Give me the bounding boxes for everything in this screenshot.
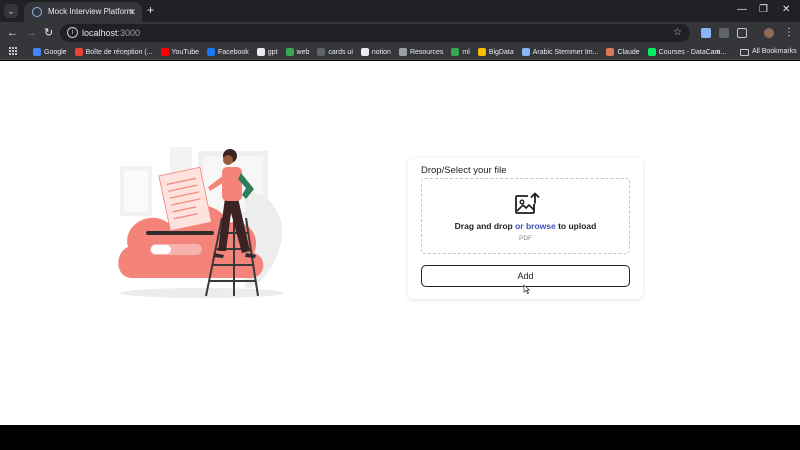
active-tab[interactable]: Mock Interview Platform ✕ [24,2,142,22]
bookmark-label: YouTube [171,48,200,56]
bookmark-label: notion [371,48,391,56]
profile-avatar[interactable] [764,28,774,38]
extension-icon[interactable] [719,28,729,38]
extensions-puzzle-icon[interactable] [737,28,747,38]
bookmark-label: cards ui [328,48,353,56]
folder-icon [740,48,749,56]
bookmarks-overflow-button[interactable]: » [716,46,720,58]
bookmark-favicon-icon [477,48,486,56]
tab-title: Mock Interview Platform [48,7,134,16]
bg-shape [124,170,148,212]
address-bar[interactable]: i localhost:3000 ☆ [60,24,690,42]
bookmark-label: Claude [617,48,640,56]
bookmark-favicon-icon [647,48,656,56]
upload-illustration [118,147,284,298]
image-upload-icon [515,192,540,214]
extension-icon[interactable] [701,28,711,38]
bookmark-favicon-icon [207,48,216,56]
restore-button[interactable]: ❐ [759,3,768,17]
bookmark-label: Boîte de réception (... [85,48,153,56]
bookmark-favicon-icon [285,48,294,56]
page-content: Drop/Select your file Drag and drop or b… [0,61,800,425]
tab-close-icon[interactable]: ✕ [128,6,136,18]
bookmark-favicon-icon [451,48,460,56]
upload-card-title: Drop/Select your file [421,165,507,176]
new-tab-button[interactable]: + [147,3,154,17]
bookmark-item[interactable]: Facebook [207,48,249,56]
menu-kebab-icon[interactable]: ⋮ [784,26,794,40]
bookmark-star-icon[interactable]: ☆ [673,26,682,40]
bookmark-favicon-icon [398,48,407,56]
bookmark-item[interactable]: YouTube [160,48,200,56]
bookmark-label: gpt [267,48,278,56]
bookmark-item[interactable]: notion [360,48,391,56]
apps-grid-icon[interactable] [9,47,18,56]
bookmark-item[interactable]: Google [33,48,67,56]
bookmark-item[interactable]: Claude [606,48,640,56]
bookmarks-list: Google Boîte de réception (... YouTube Face… [33,44,726,60]
back-button[interactable]: ← [7,26,18,40]
bookmark-item[interactable]: Resources [398,48,444,56]
bookmark-label: BigData [488,48,514,56]
upload-progress-fill [151,245,171,254]
bookmark-favicon-icon [33,48,41,56]
bookmarks-bar: Google Boîte de réception (... YouTube Face… [0,44,800,60]
bookmark-item[interactable]: gpt [256,48,278,56]
bookmark-favicon-icon [521,48,530,56]
bookmark-favicon-icon [317,48,326,56]
bookmark-item[interactable]: BigData [477,48,514,56]
url-text[interactable]: localhost:3000 [82,27,140,39]
drag-drop-text: Drag and drop or browse to upload [454,221,597,231]
close-window-button[interactable]: ✕ [782,3,790,17]
tab-search-button[interactable]: ⌄ [4,4,18,18]
bookmark-favicon-icon [256,48,265,56]
bookmark-item[interactable]: web [285,48,310,56]
bookmark-label: Resources [409,48,444,56]
all-bookmarks-button[interactable]: All Bookmarks [740,46,797,58]
upload-card: Drop/Select your file Drag and drop or b… [408,158,643,299]
bookmark-favicon-icon [360,48,369,56]
bookmark-item[interactable]: Courses - DataCam... [647,48,726,56]
bookmark-label: Facebook [218,48,249,56]
bottom-black-bar [0,425,800,450]
bookmark-favicon-icon [74,48,83,56]
bookmark-favicon-icon [160,48,169,56]
ground-shadow [120,288,284,298]
bookmark-favicon-icon [606,48,615,56]
bookmark-item[interactable]: ml [451,48,470,56]
browse-link[interactable]: or browse [515,221,556,231]
site-info-icon[interactable]: i [67,27,78,38]
bookmark-label: web [296,48,310,56]
tab-favicon-icon [32,7,42,17]
cloud-slot [146,231,214,235]
bookmark-label: Google [44,48,67,56]
file-format-hint: PDF [519,235,532,242]
browser-toolbar: ← → ↻ i localhost:3000 ☆ ⋮ [0,22,800,44]
bookmark-item[interactable]: Arabic Stemmer Im... [521,48,599,56]
reload-button[interactable]: ↻ [44,26,53,40]
bookmark-label: Arabic Stemmer Im... [532,48,599,56]
bookmark-label: ml [462,48,470,56]
mouse-cursor-icon [523,284,531,294]
bookmark-item[interactable]: Boîte de réception (... [74,48,153,56]
forward-button[interactable]: → [26,26,37,40]
file-dropzone[interactable]: Drag and drop or browse to upload PDF [421,178,630,254]
bg-shape [170,147,192,173]
minimize-button[interactable]: — [737,3,747,17]
tab-bar: ⌄ Mock Interview Platform ✕ + — ❐ ✕ [0,0,800,22]
all-bookmarks-label: All Bookmarks [752,48,797,55]
bookmark-item[interactable]: cards ui [317,48,353,56]
